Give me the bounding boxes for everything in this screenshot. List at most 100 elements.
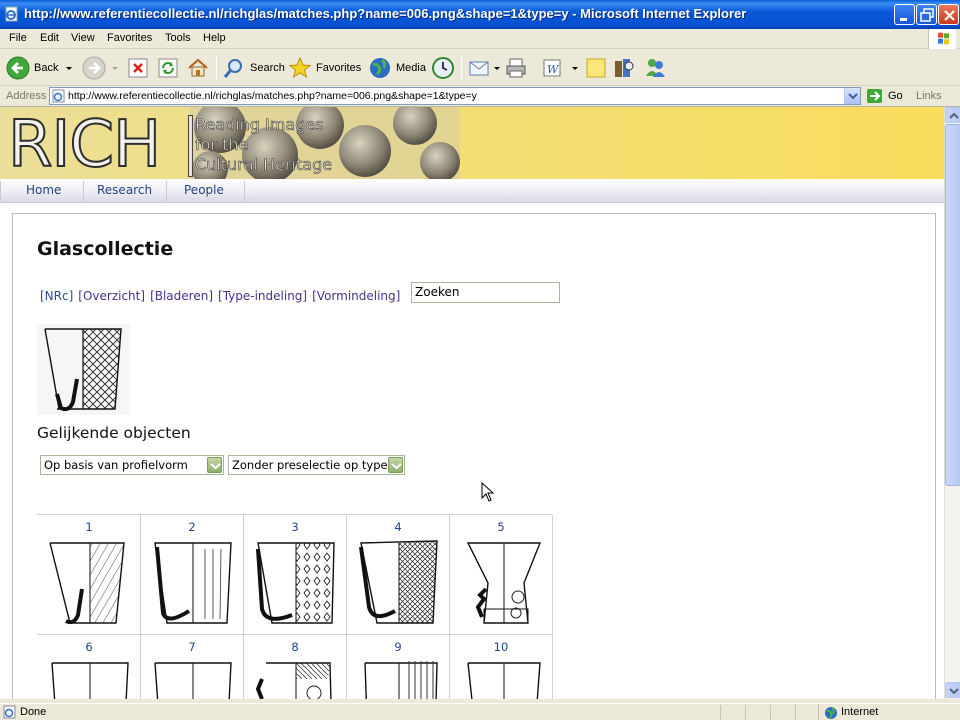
result-cell[interactable]: 7: [141, 635, 244, 699]
glass-profile-image: [466, 542, 542, 624]
discuss-button[interactable]: [584, 54, 608, 82]
link-nrc[interactable]: [NRc]: [40, 289, 73, 303]
menu-favorites[interactable]: Favorites: [107, 32, 152, 44]
maximize-button[interactable]: [916, 4, 937, 25]
history-icon: [432, 57, 454, 79]
links-toolbar[interactable]: Links: [916, 90, 942, 102]
messenger-button[interactable]: [643, 54, 667, 82]
menu-tools[interactable]: Tools: [165, 32, 191, 44]
status-divider: [770, 705, 771, 720]
result-cell[interactable]: 10: [450, 635, 553, 699]
glass-profile-image: [154, 542, 232, 624]
result-number[interactable]: 10: [450, 640, 552, 654]
result-cell[interactable]: 3: [244, 515, 347, 635]
messenger-icon: [646, 59, 665, 77]
mail-icon: [469, 61, 489, 76]
menu-bar: File Edit View Favorites Tools Help: [0, 29, 960, 49]
menu-file[interactable]: File: [9, 32, 27, 44]
forward-button[interactable]: [82, 54, 120, 82]
scroll-up-button[interactable]: [945, 107, 960, 123]
chevron-down-icon[interactable]: [570, 63, 580, 73]
shape-basis-select[interactable]: Op basis van profielvorm: [40, 455, 224, 475]
address-dropdown-button[interactable]: [844, 88, 860, 104]
result-number[interactable]: 4: [347, 520, 449, 534]
address-label: Address: [6, 90, 47, 102]
chevron-down-icon[interactable]: [110, 63, 120, 73]
result-cell[interactable]: 9: [347, 635, 450, 699]
back-button[interactable]: Back: [6, 54, 74, 82]
scrollbar-thumb[interactable]: [945, 124, 960, 486]
glass-profile-image: [154, 662, 232, 699]
address-input[interactable]: http://www.referentiecollectie.nl/richgl…: [49, 87, 861, 105]
result-cell[interactable]: 1: [38, 515, 141, 635]
menu-edit[interactable]: Edit: [40, 32, 59, 44]
search-input[interactable]: Zoeken: [411, 282, 560, 303]
result-cell[interactable]: 8: [244, 635, 347, 699]
status-divider: [720, 705, 721, 720]
similar-objects-heading: Gelijkende objecten: [37, 424, 191, 442]
result-number[interactable]: 8: [244, 640, 346, 654]
edit-button[interactable]: W: [540, 54, 580, 82]
stop-button[interactable]: [127, 54, 149, 82]
home-button[interactable]: [186, 54, 210, 82]
nav-divider: [83, 181, 84, 201]
nav-home[interactable]: Home: [26, 183, 61, 197]
chevron-down-icon: [388, 457, 403, 473]
print-button[interactable]: [504, 54, 528, 82]
refresh-icon: [158, 58, 178, 78]
toolbar-separator: [461, 56, 462, 80]
chevron-down-icon[interactable]: [492, 63, 502, 73]
menu-view[interactable]: View: [71, 32, 95, 44]
media-globe-icon: [370, 58, 390, 78]
result-number[interactable]: 9: [347, 640, 449, 654]
note-icon: [586, 58, 606, 78]
title-bar[interactable]: http://www.referentiecollectie.nl/richgl…: [0, 0, 960, 29]
history-button[interactable]: [431, 54, 455, 82]
result-number[interactable]: 5: [450, 520, 552, 534]
refresh-button[interactable]: [157, 54, 179, 82]
result-number[interactable]: 2: [141, 520, 243, 534]
chevron-down-icon: [207, 457, 222, 473]
result-cell[interactable]: 5: [450, 515, 553, 635]
link-type-indeling[interactable]: [Type-indeling]: [218, 289, 307, 303]
status-text: Done: [20, 706, 47, 718]
result-number[interactable]: 1: [38, 520, 140, 534]
query-object-image: [37, 324, 130, 415]
glass-profile-image: [51, 662, 129, 699]
address-url: http://www.referentiecollectie.nl/richgl…: [68, 90, 477, 102]
scroll-down-button[interactable]: [945, 682, 960, 698]
mail-button[interactable]: [468, 54, 502, 82]
menu-help[interactable]: Help: [203, 32, 226, 44]
result-cell[interactable]: 2: [141, 515, 244, 635]
result-cell[interactable]: 4: [347, 515, 450, 635]
research-button[interactable]: [612, 54, 636, 82]
search-icon: [223, 59, 242, 78]
nav-research[interactable]: Research: [97, 183, 152, 197]
minimize-button[interactable]: [894, 4, 915, 25]
type-preselect-select[interactable]: Zonder preselectie op type: [228, 455, 405, 475]
nav-people[interactable]: People: [184, 183, 224, 197]
go-button[interactable]: Go: [866, 87, 910, 105]
result-cell[interactable]: 6: [38, 635, 141, 699]
link-overzicht[interactable]: [Overzicht]: [78, 289, 145, 303]
result-number[interactable]: 7: [141, 640, 243, 654]
star-icon: [288, 56, 312, 79]
chevron-down-icon[interactable]: [64, 63, 74, 73]
rich-logo[interactable]: RICH: [7, 108, 162, 182]
window-title: http://www.referentiecollectie.nl/richgl…: [24, 6, 747, 21]
close-button[interactable]: [938, 4, 959, 25]
ie-page-icon: [5, 6, 18, 22]
media-button[interactable]: Media: [368, 54, 426, 82]
search-button[interactable]: Search: [222, 54, 285, 82]
address-bar: Address http://www.referentiecollectie.n…: [0, 86, 960, 107]
zone-label: Internet: [841, 706, 879, 718]
page-viewport: RICH Reading Images for the Cultural Her…: [0, 107, 944, 699]
globe-icon: [825, 707, 837, 719]
favorites-button[interactable]: Favorites: [288, 54, 361, 82]
windows-logo-icon: [928, 29, 956, 49]
link-bladeren[interactable]: [Bladeren]: [150, 289, 213, 303]
result-number[interactable]: 6: [38, 640, 140, 654]
vertical-scrollbar[interactable]: [944, 107, 960, 699]
link-vormindeling[interactable]: [Vormindeling]: [312, 289, 400, 303]
result-number[interactable]: 3: [244, 520, 346, 534]
